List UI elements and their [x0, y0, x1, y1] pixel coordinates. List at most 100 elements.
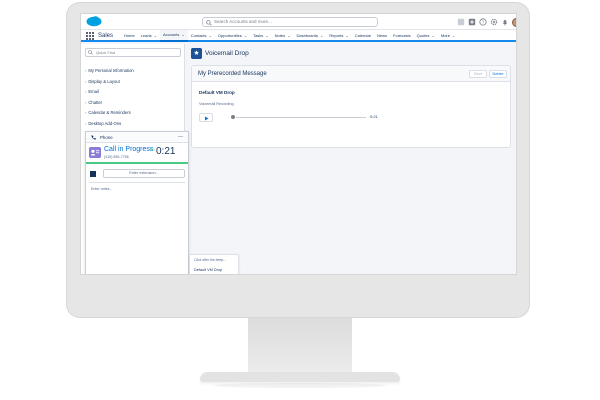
- audio-scrubber-handle[interactable]: [231, 115, 235, 119]
- phone-icon: [91, 135, 96, 140]
- recording-name: Default VM Drop: [199, 90, 235, 95]
- app-launcher-grid-icon[interactable]: [86, 32, 94, 40]
- sidebar-item-label: Display & Layout: [88, 78, 120, 84]
- quick-find-input[interactable]: Quick Find: [85, 48, 181, 57]
- nav-tab-label: Home: [124, 33, 135, 38]
- nav-tab-leads[interactable]: Leads ⌄: [138, 30, 160, 42]
- sidebar-item-label: Chatter: [88, 99, 103, 105]
- delete-button[interactable]: Delete: [489, 70, 507, 78]
- audio-progress-track[interactable]: [236, 117, 366, 118]
- chevron-down-icon[interactable]: ⌄: [209, 33, 212, 38]
- play-icon: [205, 116, 209, 120]
- chevron-right-icon: ›: [85, 99, 87, 105]
- call-status-text: Call in Progress: [104, 146, 154, 153]
- app-name: Sales: [98, 33, 114, 39]
- sidebar-item[interactable]: › My Personal Information: [85, 66, 181, 77]
- chevron-down-icon[interactable]: ⌄: [181, 32, 184, 37]
- nav-tab-label: Opportunities: [217, 33, 242, 38]
- nav-tab-label: Accounts: [162, 32, 180, 37]
- sidebar-item[interactable]: › Calendar & Reminders: [85, 108, 181, 119]
- chevron-down-icon[interactable]: ⌄: [345, 33, 348, 38]
- gear-icon[interactable]: [490, 18, 498, 26]
- nav-tab-forecasts[interactable]: Forecasts: [390, 30, 414, 42]
- nav-tab-label: News: [377, 33, 388, 38]
- add-icon[interactable]: [468, 18, 476, 26]
- nav-tab-tasks[interactable]: Tasks ⌄: [250, 30, 272, 42]
- nav-tab-contacts[interactable]: Contacts ⌄: [188, 30, 215, 42]
- sidebar-item-label: Email: [88, 89, 99, 94]
- chevron-right-icon: ›: [85, 89, 87, 94]
- phone-panel-header[interactable]: Phone —: [86, 132, 188, 143]
- voicemail-menu-item[interactable]: Default VM Drop: [194, 268, 222, 272]
- header-utility-icons: ?: [457, 17, 516, 27]
- monitor-stand-neck: [248, 318, 352, 374]
- global-search-placeholder: Search Accounts and more...: [214, 19, 272, 24]
- minimize-button[interactable]: —: [178, 133, 183, 141]
- nav-tab-home[interactable]: Home: [121, 30, 138, 42]
- sidebar-item[interactable]: › Display & Layout: [85, 77, 181, 88]
- chevron-down-icon[interactable]: ⌄: [287, 33, 290, 38]
- nav-tab-quotes[interactable]: Quotes ⌄: [414, 30, 438, 42]
- nav-tab-accounts[interactable]: Accounts ⌄: [159, 30, 188, 42]
- nav-tab-label: Notes: [274, 33, 286, 38]
- audio-player: 0:21: [199, 113, 383, 123]
- nav-tab-label: Calendar: [354, 33, 372, 38]
- chevron-down-icon[interactable]: ⌄: [265, 33, 268, 38]
- nav-tab-news[interactable]: News: [374, 30, 390, 42]
- nav-tab-label: Forecasts: [393, 33, 411, 38]
- search-icon: [88, 50, 93, 55]
- svg-text:?: ?: [482, 20, 485, 26]
- sidebar-item-label: My Personal Information: [88, 68, 134, 73]
- nav-tab-notes[interactable]: Notes ⌄: [272, 30, 294, 42]
- chevron-down-icon[interactable]: ⌄: [432, 33, 435, 38]
- card-header: My Prerecorded Message Save Delete: [192, 66, 510, 82]
- favorites-icon[interactable]: [457, 18, 465, 26]
- voicemail-drop-menu: Click after the beep... Default VM Drop: [189, 254, 239, 274]
- page-header: Voicemail Drop: [191, 47, 511, 61]
- monitor-stand-base: [200, 372, 400, 382]
- app-nav-bar: Sales Home Leads ⌄ Accounts ⌄ Contacts ⌄ Opport…: [81, 30, 516, 42]
- prerecorded-message-card: My Prerecorded Message Save Delete Defau…: [191, 65, 511, 148]
- help-icon[interactable]: ?: [479, 18, 487, 26]
- nav-tab-reports[interactable]: Reports ⌄: [326, 30, 351, 42]
- chevron-down-icon[interactable]: ⌄: [452, 33, 455, 38]
- nav-tab-dashboards[interactable]: Dashboards ⌄: [293, 30, 326, 42]
- sidebar-item[interactable]: › Email: [85, 87, 181, 98]
- nav-tab-more[interactable]: More ⌄: [438, 30, 458, 42]
- play-button[interactable]: [199, 113, 213, 122]
- chevron-down-icon[interactable]: ⌄: [244, 33, 247, 38]
- caller-phone-number: (415) 555-7756: [104, 155, 129, 159]
- sidebar-item[interactable]: › Chatter: [85, 98, 181, 109]
- chevron-right-icon: ›: [85, 110, 87, 115]
- extension-input[interactable]: Enter extension...: [103, 169, 185, 178]
- nav-tab-label: Reports: [329, 33, 344, 38]
- voicemail-menu-hint: Click after the beep...: [194, 258, 227, 262]
- phone-panel-title: Phone: [100, 135, 113, 140]
- global-search-input[interactable]: Search Accounts and more...: [202, 17, 378, 27]
- sidebar-item[interactable]: › Desktop Add-Ons: [85, 119, 181, 130]
- keypad-icon[interactable]: [90, 171, 96, 177]
- sidebar-item-label: Desktop Add-Ons: [88, 120, 122, 126]
- nav-tab-calendar[interactable]: Calendar: [352, 30, 374, 42]
- chevron-down-icon[interactable]: ⌄: [154, 33, 157, 38]
- notifications-bell-icon[interactable]: [501, 18, 509, 26]
- extension-row: Enter extension...: [89, 169, 185, 179]
- recording-field-label: Voicemail Recording: [199, 102, 234, 106]
- chevron-down-icon[interactable]: ⌄: [320, 33, 323, 38]
- global-header: Search Accounts and more... ?: [81, 14, 516, 30]
- contact-card-icon: [89, 147, 101, 158]
- monitor-frame: Search Accounts and more... ? Sales Home…: [66, 2, 530, 318]
- sidebar-menu: › My Personal Information › Display & Layou…: [85, 66, 181, 129]
- nav-tab-label: Quotes: [416, 33, 430, 38]
- nav-tabs: Home Leads ⌄ Accounts ⌄ Contacts ⌄ Opportunitie…: [121, 30, 458, 42]
- user-avatar[interactable]: [512, 17, 516, 27]
- call-notes-area[interactable]: Enter notes...: [89, 182, 185, 272]
- nav-tab-opportunities[interactable]: Opportunities ⌄: [215, 30, 250, 42]
- salesforce-logo-icon[interactable]: [86, 16, 102, 27]
- page-title: Voicemail Drop: [205, 50, 249, 57]
- voicemail-drop-icon: [191, 48, 202, 59]
- search-icon: [206, 19, 212, 26]
- save-button[interactable]: Save: [469, 70, 487, 78]
- nav-tab-label: More: [440, 33, 450, 38]
- screen: Search Accounts and more... ? Sales Home…: [80, 13, 517, 275]
